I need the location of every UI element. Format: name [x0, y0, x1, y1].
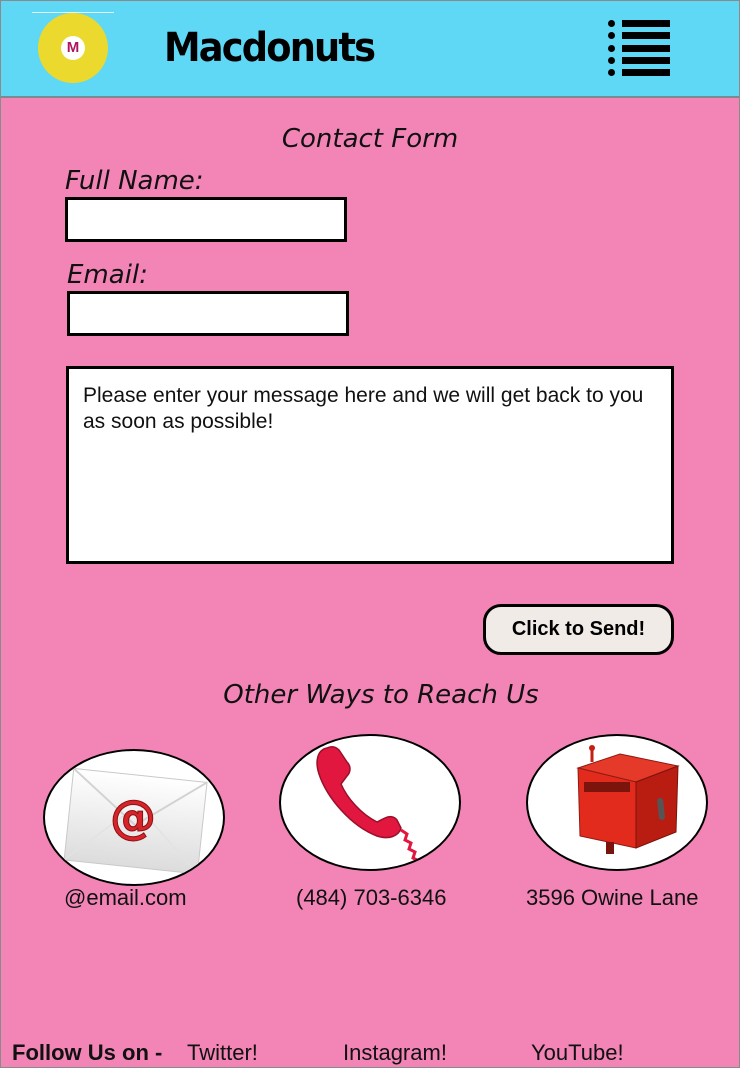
- instagram-link[interactable]: Instagram!: [343, 1040, 447, 1066]
- youtube-link[interactable]: YouTube!: [531, 1040, 624, 1066]
- message-textarea[interactable]: Please enter your message here and we wi…: [66, 366, 674, 564]
- email-input[interactable]: [67, 291, 349, 336]
- email-label: Email:: [67, 260, 148, 290]
- macdonuts-logo-icon[interactable]: M: [38, 13, 108, 83]
- contact-form-title: Contact Form: [281, 124, 459, 154]
- phone-icon: [316, 745, 426, 869]
- logo-letter: M: [61, 36, 85, 60]
- twitter-link[interactable]: Twitter!: [187, 1040, 258, 1066]
- send-button[interactable]: Click to Send!: [483, 604, 674, 655]
- hamburger-menu-icon[interactable]: [606, 20, 672, 78]
- email-contact-link[interactable]: @: [43, 749, 225, 886]
- phone-contact-link[interactable]: [279, 734, 461, 871]
- email-envelope-icon: @: [63, 767, 208, 875]
- follow-us-label: Follow Us on -: [12, 1040, 163, 1065]
- full-name-input[interactable]: [65, 197, 347, 242]
- mailbox-icon: [576, 745, 680, 854]
- address-contact-link[interactable]: [526, 734, 708, 871]
- other-ways-title: Other Ways to Reach Us: [223, 680, 539, 710]
- address-contact-text[interactable]: 3596 Owine Lane: [526, 885, 698, 911]
- email-contact-text[interactable]: @email.com: [64, 885, 187, 911]
- footer: Follow Us on - Twitter! Instagram! YouTu…: [0, 1038, 740, 1068]
- svg-text:@: @: [110, 790, 156, 844]
- header-bar: M Macdonuts: [0, 0, 740, 98]
- phone-contact-text[interactable]: (484) 703-6346: [296, 885, 446, 911]
- brand-title: Macdonuts: [164, 25, 376, 71]
- full-name-label: Full Name:: [65, 166, 204, 196]
